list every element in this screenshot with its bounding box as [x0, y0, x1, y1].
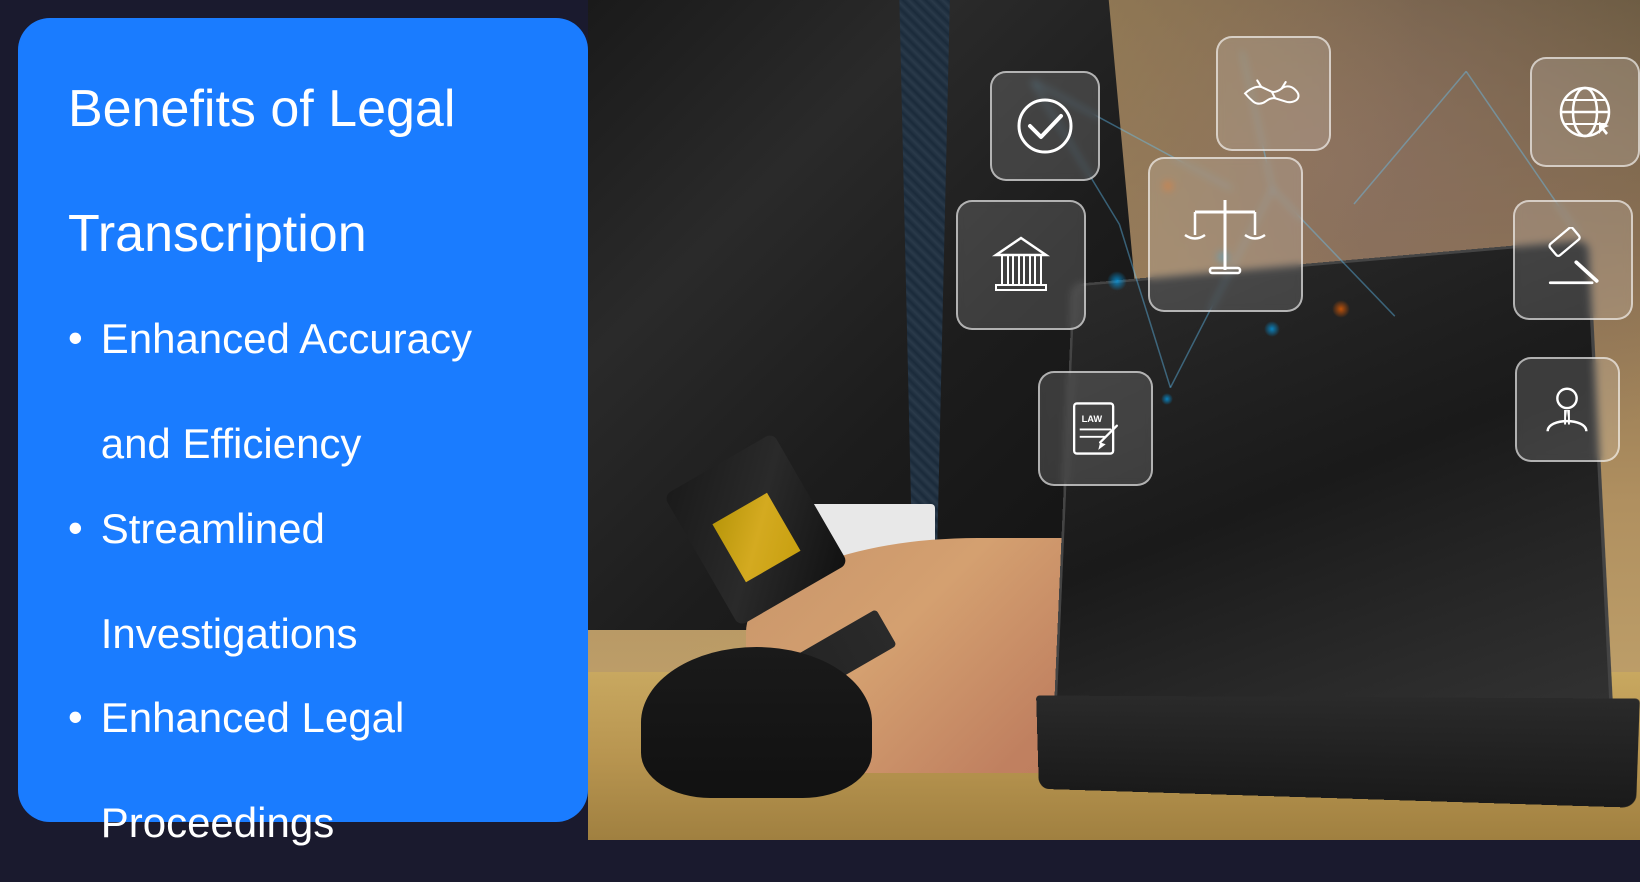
- bullet-legal-proceedings: •: [68, 694, 83, 740]
- gavel-base: [641, 647, 872, 798]
- photo-scene: LAW: [588, 0, 1640, 840]
- laptop-keyboard: [1036, 696, 1640, 808]
- laptop-screen: [1054, 239, 1614, 731]
- benefit-text-legal-proceedings: Enhanced Legal Proceedings: [101, 692, 405, 850]
- benefit-text-investigations: Streamlined Investigations: [101, 503, 358, 661]
- bullet-investigations: •: [68, 505, 83, 551]
- left-panel: Benefits of Legal Transcription • Enhanc…: [18, 18, 588, 822]
- benefit-item-legal-proceedings: • Enhanced Legal Proceedings: [68, 692, 538, 850]
- benefit-text-accuracy: Enhanced Accuracy and Efficiency: [101, 313, 472, 471]
- benefit-item-accuracy: • Enhanced Accuracy and Efficiency: [68, 313, 538, 471]
- right-panel: LAW: [588, 0, 1640, 840]
- panel-title: Benefits of Legal Transcription: [68, 78, 538, 265]
- benefit-item-investigations: • Streamlined Investigations: [68, 503, 538, 661]
- bullet-accuracy: •: [68, 315, 83, 361]
- benefits-list: • Enhanced Accuracy and Efficiency • Str…: [68, 313, 538, 882]
